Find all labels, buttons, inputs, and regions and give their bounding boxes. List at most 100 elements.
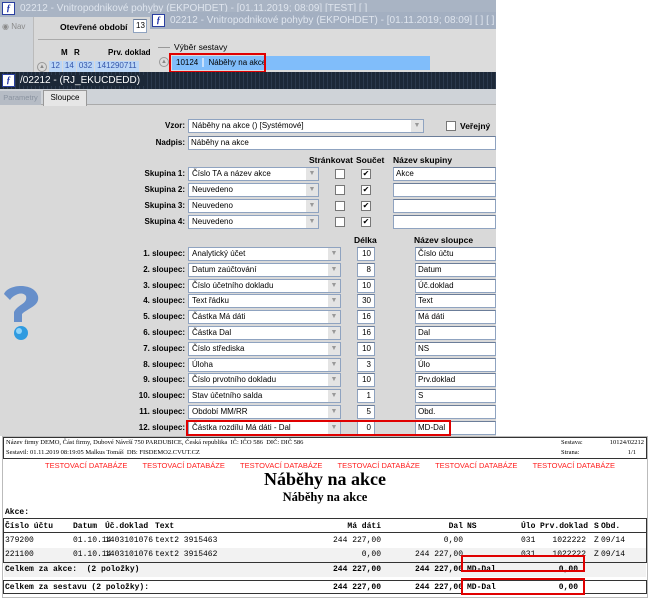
column-length-input[interactable]: 16 — [357, 326, 375, 340]
column-name-input[interactable]: Úlo — [415, 357, 496, 372]
column-label: 9. sloupec: — [143, 375, 185, 385]
chevron-down-icon: ▼ — [328, 311, 340, 324]
strana-label: Strana: — [561, 449, 580, 456]
group-name-input[interactable] — [393, 199, 496, 213]
column-length-input[interactable]: 5 — [357, 405, 375, 419]
vzor-select[interactable]: Náběhy na akce () [Systémové] ▼ — [188, 119, 424, 133]
vzor-value: Náběhy na akce () [Systémové] — [192, 121, 304, 130]
column-select[interactable]: Částka Dal ▼ — [188, 326, 341, 340]
chevron-down-icon: ▼ — [328, 295, 340, 308]
period-field[interactable]: 13 — [133, 19, 147, 33]
table-cell: 09/14 — [601, 536, 626, 545]
nav-button[interactable]: ◉ Nav — [2, 22, 25, 31]
paging-checkbox[interactable] — [335, 185, 345, 195]
column-length-input[interactable]: 10 — [357, 247, 375, 261]
paging-checkbox[interactable] — [335, 217, 345, 227]
column-header: Dal — [448, 522, 463, 531]
column-name-input[interactable]: Prv.doklad — [415, 373, 496, 388]
window3-titlebar[interactable]: ƒ /02212 - (RJ_EKUCDEDD) — [0, 72, 496, 89]
column-length-input[interactable]: 3 — [357, 357, 375, 372]
column-value: Text řádku — [192, 296, 229, 306]
chevron-down-icon: ▼ — [328, 374, 340, 387]
column-label: 10. sloupec: — [138, 391, 185, 401]
sum-checkbox[interactable]: ✔ — [361, 185, 371, 195]
paging-checkbox[interactable] — [335, 169, 345, 179]
group-value: Neuvedeno — [192, 201, 233, 210]
column-length-input[interactable]: 16 — [357, 310, 375, 325]
column-value: Částka Má dáti — [192, 312, 246, 322]
column-select[interactable]: Text řádku ▼ — [188, 294, 341, 309]
column-name-input[interactable]: NS — [415, 341, 496, 356]
column-length-input[interactable]: 10 — [357, 278, 375, 293]
column-label: 7. sloupec: — [143, 343, 185, 353]
column-length-input[interactable]: 10 — [357, 341, 375, 356]
column-select[interactable]: Číslo prvotního dokladu ▼ — [188, 373, 341, 388]
chevron-down-icon: ▼ — [328, 358, 340, 371]
column-select[interactable]: Stav účetního salda ▼ — [188, 389, 341, 404]
nav-label: Nav — [11, 22, 26, 31]
column-value: Číslo prvotního dokladu — [192, 375, 277, 385]
public-checkbox[interactable] — [446, 121, 456, 131]
column-select[interactable]: Datum zaúčtování ▼ — [188, 262, 341, 277]
column-value: Částka Dal — [192, 328, 232, 337]
column-name-input[interactable]: Obd. — [415, 405, 496, 419]
cell-prv: 141290711 — [95, 61, 139, 72]
column-length-input[interactable]: 10 — [357, 373, 375, 388]
column-name-input[interactable]: S — [415, 389, 496, 404]
group-select[interactable]: Neuvedeno ▼ — [188, 215, 319, 229]
help-icon[interactable] — [0, 282, 44, 342]
group-label: Skupina 1: — [144, 169, 185, 178]
sum-checkbox[interactable]: ✔ — [361, 201, 371, 211]
chevron-down-icon: ▼ — [328, 248, 340, 260]
column-name-input[interactable]: Datum — [415, 262, 496, 277]
column-select[interactable]: Analytický účet ▼ — [188, 247, 341, 261]
sum-checkbox[interactable]: ✔ — [361, 217, 371, 227]
column-value: Číslo účetního dokladu — [192, 280, 274, 290]
column-name-input[interactable]: Text — [415, 294, 496, 309]
tab-parametry[interactable]: Parametry — [0, 91, 41, 105]
column-select[interactable]: Období MM/RR ▼ — [188, 405, 341, 419]
column-select[interactable]: Úloha ▼ — [188, 357, 341, 372]
total-label: Celkem za akce: (2 položky) — [5, 565, 140, 574]
column-select[interactable]: Číslo účetního dokladu ▼ — [188, 278, 341, 293]
chevron-down-icon: ▼ — [328, 342, 340, 355]
group-select[interactable]: Neuvedeno ▼ — [188, 199, 319, 213]
group-header: Akce: — [5, 508, 30, 517]
column-value: Číslo střediska — [192, 343, 245, 353]
column-value: Úloha — [192, 359, 213, 369]
scroll-up-icon[interactable]: ▲ — [159, 57, 169, 67]
column-length-input[interactable]: 8 — [357, 262, 375, 277]
column-header: Úč.doklad — [105, 522, 149, 531]
window1-row[interactable]: 12 14 032 141290711 — [49, 61, 139, 72]
column-name-input[interactable]: Dal — [415, 326, 496, 340]
column-label: 4. sloupec: — [143, 296, 185, 306]
column-select[interactable]: Číslo střediska ▼ — [188, 341, 341, 356]
sestava-label: Sestava: — [561, 439, 583, 446]
nadpis-input[interactable]: Náběhy na akce — [188, 136, 496, 150]
column-length-input[interactable]: 1 — [357, 389, 375, 404]
column-name-input[interactable]: Má dáti — [415, 310, 496, 325]
table-cell: 244 227,00 — [332, 536, 381, 545]
group-value: Neuvedeno — [192, 217, 233, 226]
paging-checkbox[interactable] — [335, 201, 345, 211]
divider — [38, 39, 150, 40]
column-select[interactable]: Částka Má dáti ▼ — [188, 310, 341, 325]
group-name-input[interactable] — [393, 183, 496, 197]
column-length-input[interactable]: 30 — [357, 294, 375, 309]
table-cell: Z — [594, 550, 599, 559]
window2-titlebar[interactable]: ƒ 02212 - Vnitropodnikové pohyby (EKPOHD… — [150, 12, 496, 29]
scroll-up-icon[interactable]: ▲ — [37, 62, 47, 72]
author-line: Sestavil: 01.11.2019 08:19:05 Malkus Tom… — [6, 449, 200, 456]
highlight-box — [186, 420, 451, 436]
group-name-input[interactable] — [393, 215, 496, 229]
table-cell: 1022222 — [552, 536, 586, 545]
column-name-input[interactable]: Úč.doklad — [415, 278, 496, 293]
column-header: NS — [467, 522, 477, 531]
report-selection-label: Výběr sestavy — [174, 42, 228, 52]
group-name-input[interactable]: Akce — [393, 167, 496, 181]
group-select[interactable]: Neuvedeno ▼ — [188, 183, 319, 197]
tab-sloupce[interactable]: Sloupce — [43, 90, 87, 106]
group-select[interactable]: Číslo TA a název akce ▼ — [188, 167, 319, 181]
column-name-input[interactable]: Číslo účtu — [415, 247, 496, 261]
sum-checkbox[interactable]: ✔ — [361, 169, 371, 179]
